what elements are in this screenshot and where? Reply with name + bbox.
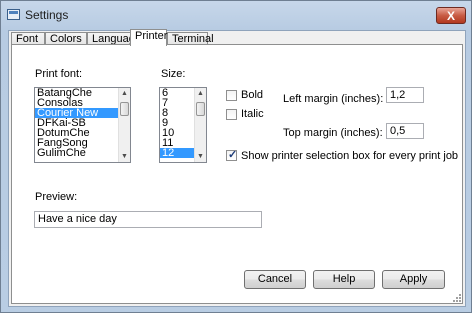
print-font-label: Print font: — [35, 68, 83, 80]
scroll-up-icon[interactable]: ▲ — [119, 88, 130, 99]
font-list-scrollbar[interactable]: ▲ ▼ — [118, 88, 130, 162]
preview-field: Have a nice day — [34, 211, 262, 228]
italic-checkbox[interactable] — [226, 109, 237, 120]
scroll-thumb[interactable] — [120, 102, 129, 116]
window-title: Settings — [25, 8, 69, 22]
size-listbox[interactable]: 6 7 8 9 10 11 12 ▲ ▼ — [159, 87, 207, 163]
cancel-button[interactable]: Cancel — [244, 270, 306, 289]
scroll-down-icon[interactable]: ▼ — [195, 151, 206, 162]
settings-window: Settings X Font Colors Language Printer … — [0, 0, 472, 313]
app-icon — [7, 9, 20, 20]
apply-button[interactable]: Apply — [382, 270, 445, 289]
top-margin-label: Top margin (inches): — [283, 127, 383, 139]
top-margin-input[interactable]: 0,5 — [386, 123, 424, 139]
title-bar[interactable]: Settings X — [1, 1, 471, 31]
size-list-scrollbar[interactable]: ▲ ▼ — [194, 88, 206, 162]
size-label: Size: — [161, 68, 186, 80]
tab-printer[interactable]: Printer — [130, 29, 167, 46]
left-margin-input[interactable]: 1,2 — [386, 87, 424, 103]
printer-tab-panel: Print font: BatangChe Consolas Courier N… — [11, 44, 463, 304]
italic-label: Italic — [241, 108, 264, 120]
show-printer-selection-checkbox[interactable] — [226, 148, 237, 161]
close-button[interactable]: X — [436, 7, 466, 24]
left-margin-label: Left margin (inches): — [283, 93, 384, 105]
preview-label: Preview: — [35, 191, 78, 203]
scroll-thumb[interactable] — [196, 102, 205, 116]
scroll-up-icon[interactable]: ▲ — [195, 88, 206, 99]
scroll-down-icon[interactable]: ▼ — [119, 151, 130, 162]
show-printer-selection-label: Show printer selection box for every pri… — [241, 150, 459, 162]
font-list-item[interactable]: GulimChe — [35, 148, 130, 159]
help-button[interactable]: Help — [313, 270, 375, 289]
bold-label: Bold — [241, 89, 264, 101]
bold-checkbox[interactable] — [226, 90, 237, 101]
dialog-client-area: Font Colors Language Printer Terminal Pr… — [8, 29, 466, 307]
resize-grip-icon[interactable] — [451, 292, 461, 302]
print-font-listbox[interactable]: BatangChe Consolas Courier New DFKai-SB … — [34, 87, 131, 163]
